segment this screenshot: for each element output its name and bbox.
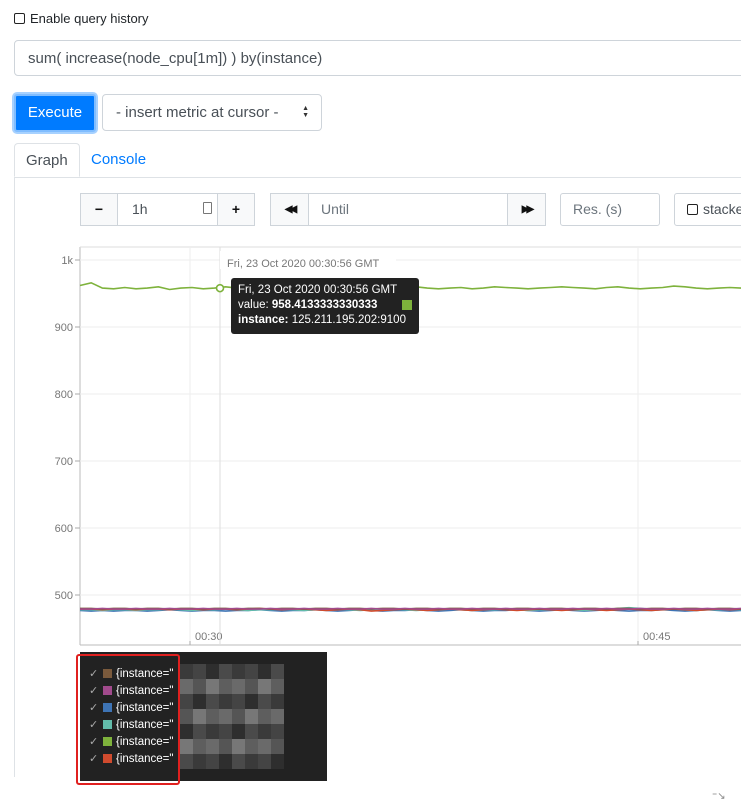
- calendar-icon: [203, 202, 212, 214]
- redacted-block: [180, 754, 193, 769]
- tooltip-instance-line: instance: 125.211.195.202:9100: [238, 314, 406, 326]
- tab-console[interactable]: Console: [80, 143, 157, 177]
- redacted-block: [258, 754, 271, 769]
- x-tick-label: 00:45: [643, 631, 671, 643]
- resolution-input[interactable]: Res. (s): [560, 193, 660, 226]
- insert-metric-select[interactable]: - insert metric at cursor - ▲ ▼: [102, 94, 322, 131]
- redacted-block: [180, 709, 193, 724]
- redacted-block: [219, 694, 232, 709]
- redacted-block: [219, 739, 232, 754]
- range-increase-button[interactable]: +: [217, 193, 255, 226]
- tooltip-instance: 125.211.195.202:9100: [291, 314, 406, 326]
- insert-metric-selected: - insert metric at cursor -: [116, 104, 279, 121]
- redacted-block: [180, 664, 193, 679]
- redacted-block: [193, 739, 206, 754]
- redacted-block: [232, 679, 245, 694]
- until-input[interactable]: Until: [308, 193, 508, 226]
- redacted-block: [258, 739, 271, 754]
- redacted-block: [219, 664, 232, 679]
- redacted-block: [180, 724, 193, 739]
- redacted-block: [206, 679, 219, 694]
- time-back-button[interactable]: ◀◀: [270, 193, 309, 226]
- series-line-5: [80, 607, 741, 610]
- redacted-block: [180, 679, 193, 694]
- hover-point: [215, 283, 225, 293]
- redacted-block: [245, 754, 258, 769]
- y-tick-label: 600: [55, 523, 73, 535]
- redacted-block: [219, 724, 232, 739]
- redacted-block: [206, 724, 219, 739]
- range-value: 1h: [132, 201, 148, 217]
- query-history-toggle[interactable]: Enable query history: [14, 11, 149, 26]
- redacted-block: [219, 709, 232, 724]
- y-tick-label: 800: [55, 389, 73, 401]
- select-arrows-icon: ▲ ▼: [302, 105, 309, 119]
- redacted-block: [180, 694, 193, 709]
- redacted-block: [271, 739, 284, 754]
- redacted-block: [258, 664, 271, 679]
- redacted-block: [193, 754, 206, 769]
- redacted-block: [245, 709, 258, 724]
- redacted-block: [193, 664, 206, 679]
- redacted-block: [206, 754, 219, 769]
- tooltip-series-swatch: [402, 300, 412, 310]
- query-input[interactable]: sum( increase(node_cpu[1m]) ) by(instanc…: [14, 40, 741, 76]
- redacted-block: [193, 709, 206, 724]
- hover-tooltip: Fri, 23 Oct 2020 00:30:56 GMT value: 958…: [231, 278, 419, 334]
- redacted-block: [232, 709, 245, 724]
- redacted-block: [206, 664, 219, 679]
- tab-graph[interactable]: Graph: [14, 143, 80, 177]
- y-tick-label: 900: [55, 322, 73, 334]
- redacted-block: [219, 754, 232, 769]
- redacted-block: [232, 694, 245, 709]
- tooltip-value: 958.4133333330333: [271, 299, 378, 311]
- redacted-block: [206, 709, 219, 724]
- redacted-block: [245, 739, 258, 754]
- redacted-block: [180, 739, 193, 754]
- redacted-block: [232, 739, 245, 754]
- tooltip-time: Fri, 23 Oct 2020 00:30:56 GMT: [238, 284, 398, 296]
- redacted-block: [206, 694, 219, 709]
- redacted-block: [232, 664, 245, 679]
- y-tick-label: 700: [55, 456, 73, 468]
- redacted-block: [219, 679, 232, 694]
- range-input[interactable]: 1h: [117, 193, 218, 226]
- redacted-block: [271, 679, 284, 694]
- redacted-block: [232, 754, 245, 769]
- annotation-highlight-box: [76, 654, 180, 785]
- stacked-label: stacked: [703, 201, 741, 217]
- redacted-block: [258, 724, 271, 739]
- execute-button[interactable]: Execute: [14, 94, 96, 132]
- y-tick-label: 1k: [61, 255, 73, 267]
- query-history-checkbox[interactable]: [14, 13, 25, 24]
- redacted-block: [258, 679, 271, 694]
- redacted-block: [271, 709, 284, 724]
- redacted-block: [271, 694, 284, 709]
- redacted-block: [232, 724, 245, 739]
- stacked-toggle[interactable]: stacked: [674, 193, 741, 226]
- redacted-block: [271, 754, 284, 769]
- x-tick-label: 00:30: [195, 631, 223, 643]
- query-history-label: Enable query history: [30, 11, 149, 26]
- y-tick-label: 500: [55, 590, 73, 602]
- redacted-block: [245, 724, 258, 739]
- resize-icon[interactable]: ⁼↘: [712, 791, 726, 802]
- redacted-block: [193, 679, 206, 694]
- redacted-block: [258, 709, 271, 724]
- redacted-block: [258, 694, 271, 709]
- redacted-block: [245, 694, 258, 709]
- range-decrease-button[interactable]: −: [80, 193, 118, 226]
- redacted-block: [245, 679, 258, 694]
- time-forward-button[interactable]: ▶▶: [507, 193, 546, 226]
- tab-divider: [14, 177, 741, 178]
- redacted-block: [193, 694, 206, 709]
- redacted-block: [271, 664, 284, 679]
- hover-time-label: Fri, 23 Oct 2020 00:30:56 GMT: [227, 258, 380, 270]
- redacted-block: [206, 739, 219, 754]
- redacted-block: [271, 724, 284, 739]
- stacked-checkbox[interactable]: [687, 204, 698, 215]
- tooltip-value-line: value: 958.4133333330333: [238, 298, 412, 313]
- redacted-block: [245, 664, 258, 679]
- redacted-block: [193, 724, 206, 739]
